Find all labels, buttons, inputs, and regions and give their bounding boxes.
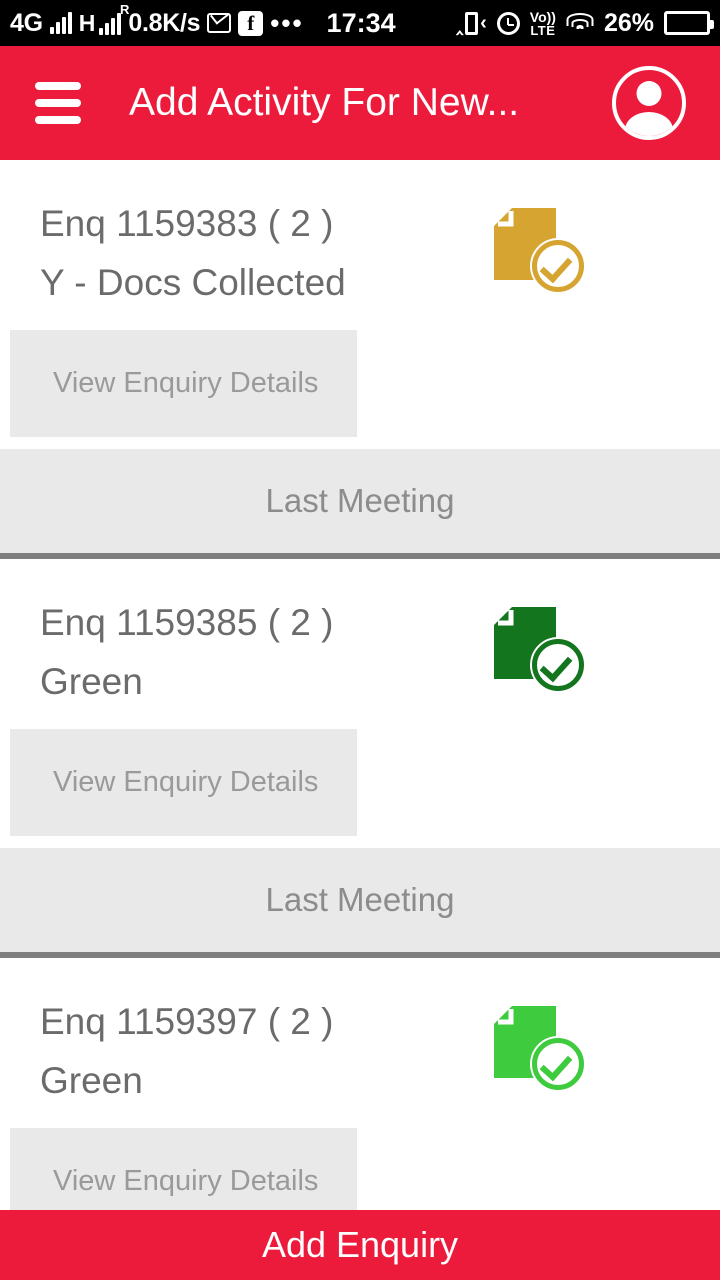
mail-icon [207,13,232,33]
view-enquiry-details-button[interactable]: View Enquiry Details [10,729,357,836]
card-header: Enq 1159385 ( 2 ) Green [0,559,720,711]
hamburger-menu-icon[interactable] [35,82,81,124]
status-icon-wrap [494,1006,590,1092]
check-badge [530,637,586,693]
app-bar: Add Activity For New... [0,46,720,160]
check-badge [530,238,586,294]
last-meeting-band[interactable]: Last Meeting [0,449,720,553]
enquiry-id-label: Enq 1159397 ( 2 ) [40,1001,334,1042]
status-bar-right: ‸ ‹ Vo)) LTE 26% [456,8,714,38]
last-meeting-band[interactable]: Last Meeting [0,848,720,952]
status-bar: 4G H R 0.8K/s f ••• 17:34 ‸ ‹ Vo)) LTE 2… [0,0,720,46]
enquiry-title: Enq 1159383 ( 2 ) Y - Docs Collected [40,194,494,312]
app-screen: 4G H R 0.8K/s f ••• 17:34 ‸ ‹ Vo)) LTE 2… [0,0,720,1280]
hspa-label: H [78,9,96,36]
enquiry-status-label: Y - Docs Collected [40,262,346,303]
vibrate-icon: ‸ ‹ [456,11,487,35]
battery-percent-label: 26% [603,8,654,37]
card-header: Enq 1159397 ( 2 ) Green [0,958,720,1110]
list-item[interactable]: Enq 1159385 ( 2 ) Green View Enquiry Det… [0,559,720,952]
document-check-icon [494,208,586,294]
enquiry-id-label: Enq 1159385 ( 2 ) [40,602,334,643]
alarm-icon [496,11,520,35]
document-check-icon [494,607,586,693]
network-type-label: 4G [10,8,43,37]
signal-strength-icon [49,12,72,34]
enquiry-title: Enq 1159397 ( 2 ) Green [40,992,494,1110]
battery-icon [664,11,714,35]
card-header: Enq 1159383 ( 2 ) Y - Docs Collected [0,160,720,312]
enquiry-title: Enq 1159385 ( 2 ) Green [40,593,494,711]
wifi-icon [566,12,594,34]
add-enquiry-button[interactable]: Add Enquiry [0,1210,720,1280]
page-title: Add Activity For New... [129,81,520,124]
signal-strength-icon-2 [99,12,122,35]
volte-bottom-label: LTE [530,22,556,38]
view-enquiry-details-button[interactable]: View Enquiry Details [10,330,357,437]
status-bar-left: 4G H R 0.8K/s f ••• 17:34 [10,3,396,39]
status-icon-wrap [494,607,590,693]
facebook-icon: f [238,10,264,36]
more-notifications-icon: ••• [270,8,304,38]
enquiry-status-label: Green [40,1060,143,1101]
check-badge [530,1036,586,1092]
hspa-roaming-icon: H R [78,3,129,36]
volte-top-label: Vo)) [529,8,556,25]
data-rate-label: 0.8K/s [128,8,201,37]
list-item[interactable]: Enq 1159383 ( 2 ) Y - Docs Collected Vie… [0,160,720,553]
volte-icon: Vo)) LTE [530,10,556,37]
roaming-label: R [119,1,130,17]
account-circle-icon[interactable] [612,66,686,140]
enquiry-id-label: Enq 1159383 ( 2 ) [40,203,334,244]
enquiry-list[interactable]: Enq 1159383 ( 2 ) Y - Docs Collected Vie… [0,160,720,1280]
clock-label: 17:34 [326,7,396,38]
enquiry-status-label: Green [40,661,143,702]
document-check-icon [494,1006,586,1092]
status-icon-wrap [494,208,590,294]
